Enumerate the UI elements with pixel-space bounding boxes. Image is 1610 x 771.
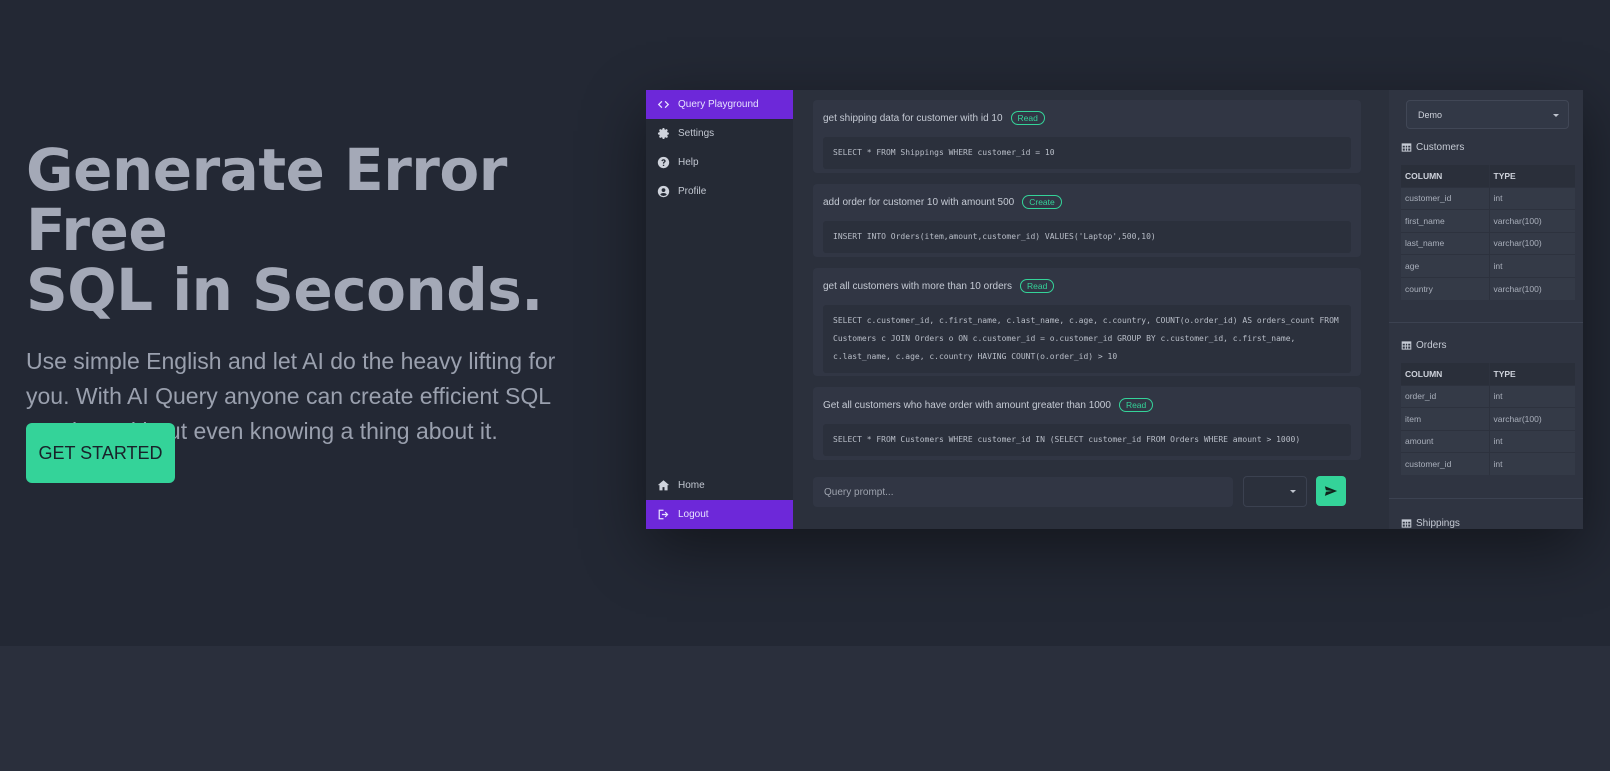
hero-section: Generate Error Free SQL in Seconds. Use … [26,140,586,449]
query-type-select[interactable] [1243,476,1307,507]
get-started-button[interactable]: GET STARTED [26,423,175,483]
query-playground: get shipping data for customer with id 1… [793,90,1389,529]
table-row: last_name varchar(100) [1401,231,1575,255]
table-row: order_id int [1401,384,1575,408]
table-row: amount int [1401,429,1575,453]
sidebar-item-settings[interactable]: Settings [646,119,793,148]
query-prompt-text: get shipping data for customer with id 1… [823,112,1003,124]
database-select[interactable]: Demo [1406,100,1569,129]
hero-title: Generate Error Free SQL in Seconds. [26,136,543,324]
table-row: first_name varchar(100) [1401,209,1575,232]
query-card: get all customers with more than 10 orde… [813,268,1361,376]
sql-code-block: INSERT INTO Orders(item,amount,customer_… [823,221,1351,253]
table-icon [1401,341,1412,350]
sidebar-item-query-playground[interactable]: Query Playground [646,90,793,119]
table-title-shippings: Shippings [1401,518,1460,529]
table-icon [1401,143,1412,152]
query-prompt-text: get all customers with more than 10 orde… [823,280,1012,292]
table-title-customers: Customers [1401,142,1464,153]
schema-panel: Demo Customers COLUMN TYPE customer_id int… [1389,90,1583,529]
query-type-badge: Read [1019,279,1055,293]
query-type-badge: Read [1010,111,1045,125]
home-icon [656,479,670,493]
query-prompt-input[interactable] [813,477,1233,507]
schema-table-customers: COLUMN TYPE customer_id int first_name varc… [1401,165,1575,300]
table-row: age int [1401,254,1575,277]
send-icon [1324,484,1338,498]
sidebar-item-logout[interactable]: Logout [646,500,793,529]
logout-icon [656,508,670,522]
chevron-down-icon [1290,490,1296,493]
divider [1389,498,1583,499]
user-icon [656,185,670,199]
schema-table-orders: COLUMN TYPE order_id int item varchar(100) … [1401,363,1575,475]
code-icon [656,98,670,112]
table-row: country varchar(100) [1401,276,1575,300]
table-row: customer_id int [1401,186,1575,210]
sidebar-item-home[interactable]: Home [646,471,793,500]
query-card: get shipping data for customer with id 1… [813,100,1361,173]
sql-code-block: SELECT * FROM Customers WHERE customer_i… [823,424,1351,456]
sidebar-item-help[interactable]: Help [646,148,793,177]
sidebar-item-profile[interactable]: Profile [646,177,793,206]
sidebar: Query Playground Settings Help Profile H… [646,90,793,529]
sql-code-block: SELECT c.customer_id, c.first_name, c.la… [823,305,1351,373]
table-row: item varchar(100) [1401,407,1575,430]
send-button[interactable] [1316,476,1346,506]
query-prompt-text: add order for customer 10 with amount 50… [823,196,1015,208]
bottom-section [0,646,1610,771]
table-row: customer_id int [1401,452,1575,475]
chevron-down-icon [1553,114,1559,117]
query-card: add order for customer 10 with amount 50… [813,184,1361,257]
table-icon [1401,519,1412,528]
divider [1389,322,1583,323]
query-type-badge: Read [1118,398,1154,412]
query-card: Get all customers who have order with am… [813,387,1361,460]
app-screenshot: Query Playground Settings Help Profile H… [646,90,1583,529]
query-type-badge: Create [1022,195,1062,209]
help-icon [656,156,670,170]
sql-code-block: SELECT * FROM Shippings WHERE customer_i… [823,137,1351,169]
table-title-orders: Orders [1401,340,1447,351]
query-prompt-text: Get all customers who have order with am… [823,399,1111,411]
gear-icon [656,127,670,141]
